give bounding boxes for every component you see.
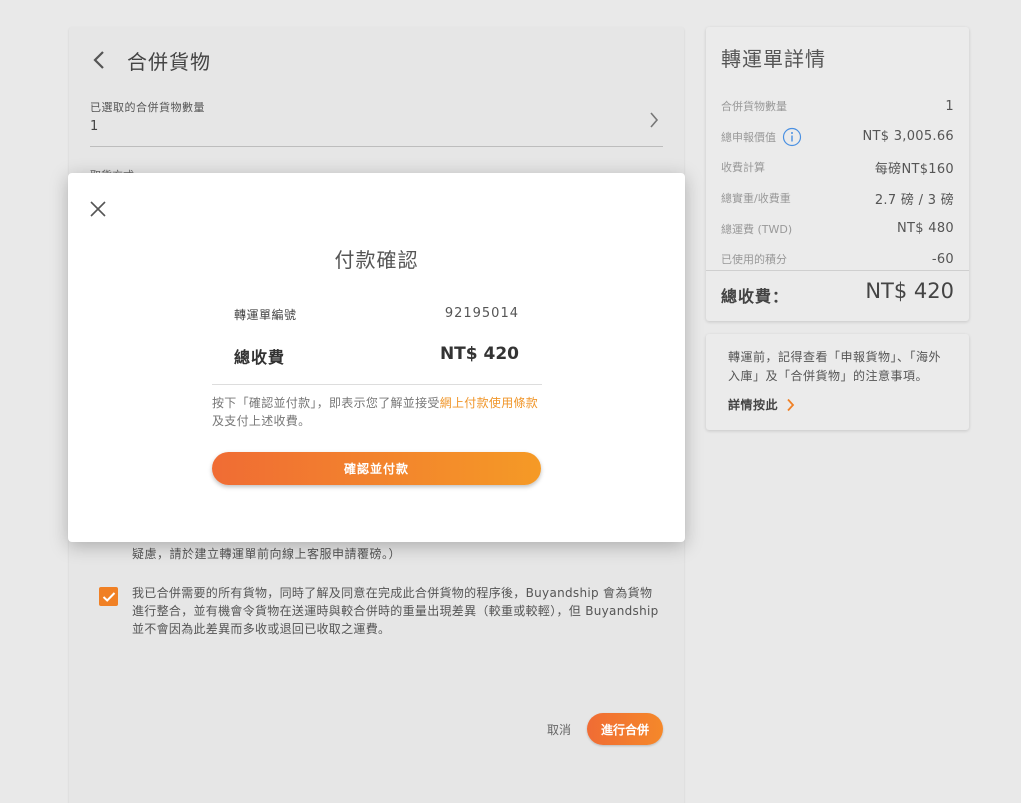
close-icon[interactable] xyxy=(89,200,107,218)
payment-confirm-modal: 付款確認 轉運單編號 92195014 總收費 NT$ 420 按下「確認並付款… xyxy=(68,173,685,542)
summary-row-value: NT$ 3,005.66 xyxy=(862,129,954,145)
summary-divider xyxy=(706,270,969,271)
details-link[interactable]: 詳情按此 xyxy=(728,396,795,413)
cancel-button[interactable]: 取消 xyxy=(547,721,571,738)
terms-suffix: 及支付上述收費。 xyxy=(212,414,311,428)
summary-row-label: 收費計算 xyxy=(721,161,765,175)
waybill-summary-card: 轉運單詳情 合併貨物數量 1 總申報價值 NT$ 3,005.66 收費計算 每… xyxy=(706,27,969,321)
reweigh-notice: 疑慮，請於建立轉運單前向線上客服申請覆磅。） xyxy=(132,547,402,561)
agreement-row: 我已合併需要的所有貨物，同時了解及同意在完成此合併貨物的程序後，Buyandsh… xyxy=(99,584,659,638)
summary-row-shipping-fee: 總運費 (TWD) NT$ 480 xyxy=(721,213,954,244)
summary-row-rate: 收費計算 每磅NT$160 xyxy=(721,152,954,183)
summary-row-value: NT$ 480 xyxy=(897,221,954,237)
chevron-right-icon xyxy=(649,111,659,133)
waybill-number-value: 92195014 xyxy=(444,306,519,321)
summary-row-label: 已使用的積分 xyxy=(721,253,787,267)
summary-total-value: NT$ 420 xyxy=(865,279,954,303)
summary-row-value: -60 xyxy=(931,251,954,267)
confirm-pay-button[interactable]: 確認並付款 xyxy=(212,452,541,485)
summary-row-value: 每磅NT$160 xyxy=(874,161,954,177)
details-link-label: 詳情按此 xyxy=(728,398,779,412)
info-icon[interactable] xyxy=(782,127,802,147)
selected-count-row[interactable]: 已選取的合併貨物數量 1 xyxy=(90,99,663,147)
waybill-number-label: 轉運單編號 xyxy=(234,308,297,322)
modal-title: 付款確認 xyxy=(334,248,419,272)
page-header: 合併貨物 xyxy=(89,45,211,75)
summary-row-declared-value: 總申報價值 NT$ 3,005.66 xyxy=(721,122,954,153)
terms-prefix: 按下「確認並付款」，即表示您了解並接受 xyxy=(212,396,440,410)
page-title: 合併貨物 xyxy=(127,49,211,74)
agreement-text: 我已合併需要的所有貨物，同時了解及同意在完成此合併貨物的程序後，Buyandsh… xyxy=(132,586,659,636)
back-arrow-icon[interactable] xyxy=(89,45,109,75)
summary-row-label: 總實重/收費重 xyxy=(721,192,791,206)
summary-rows: 合併貨物數量 1 總申報價值 NT$ 3,005.66 收費計算 每磅NT$16… xyxy=(721,91,954,275)
summary-row-weight: 總實重/收費重 2.7 磅 / 3 磅 xyxy=(721,183,954,214)
summary-row-value: 2.7 磅 / 3 磅 xyxy=(874,192,954,208)
chevron-right-icon xyxy=(786,398,795,412)
reminder-text: 轉運前，記得查看「申報貨物」、「海外入庫」及「合併貨物」的注意事項。 xyxy=(728,350,942,383)
checkmark-icon xyxy=(102,591,115,602)
terms-text: 按下「確認並付款」，即表示您了解並接受網上付款使用條款及支付上述收費。 xyxy=(212,394,542,430)
summary-row-value: 1 xyxy=(945,98,954,114)
summary-total-label: 總收費： xyxy=(721,287,790,306)
summary-row-label: 合併貨物數量 xyxy=(721,100,787,114)
selected-count-label: 已選取的合併貨物數量 xyxy=(90,101,205,114)
modal-total-label: 總收費 xyxy=(234,348,286,367)
merge-button[interactable]: 進行合併 xyxy=(586,713,663,745)
footer-actions: 取消 進行合併 xyxy=(547,713,663,745)
summary-title: 轉運單詳情 xyxy=(721,47,826,71)
summary-row-label: 總運費 (TWD) xyxy=(721,222,793,236)
selected-count-value: 1 xyxy=(90,119,99,134)
agreement-checkbox[interactable] xyxy=(99,587,118,606)
terms-link[interactable]: 網上付款使用條款 xyxy=(440,396,538,410)
summary-row-count: 合併貨物數量 1 xyxy=(721,91,954,122)
modal-divider xyxy=(212,384,542,385)
reminder-card: 轉運前，記得查看「申報貨物」、「海外入庫」及「合併貨物」的注意事項。 詳情按此 xyxy=(706,334,969,430)
modal-total-value: NT$ 420 xyxy=(439,344,519,364)
summary-row-label: 總申報價值 xyxy=(721,130,776,144)
